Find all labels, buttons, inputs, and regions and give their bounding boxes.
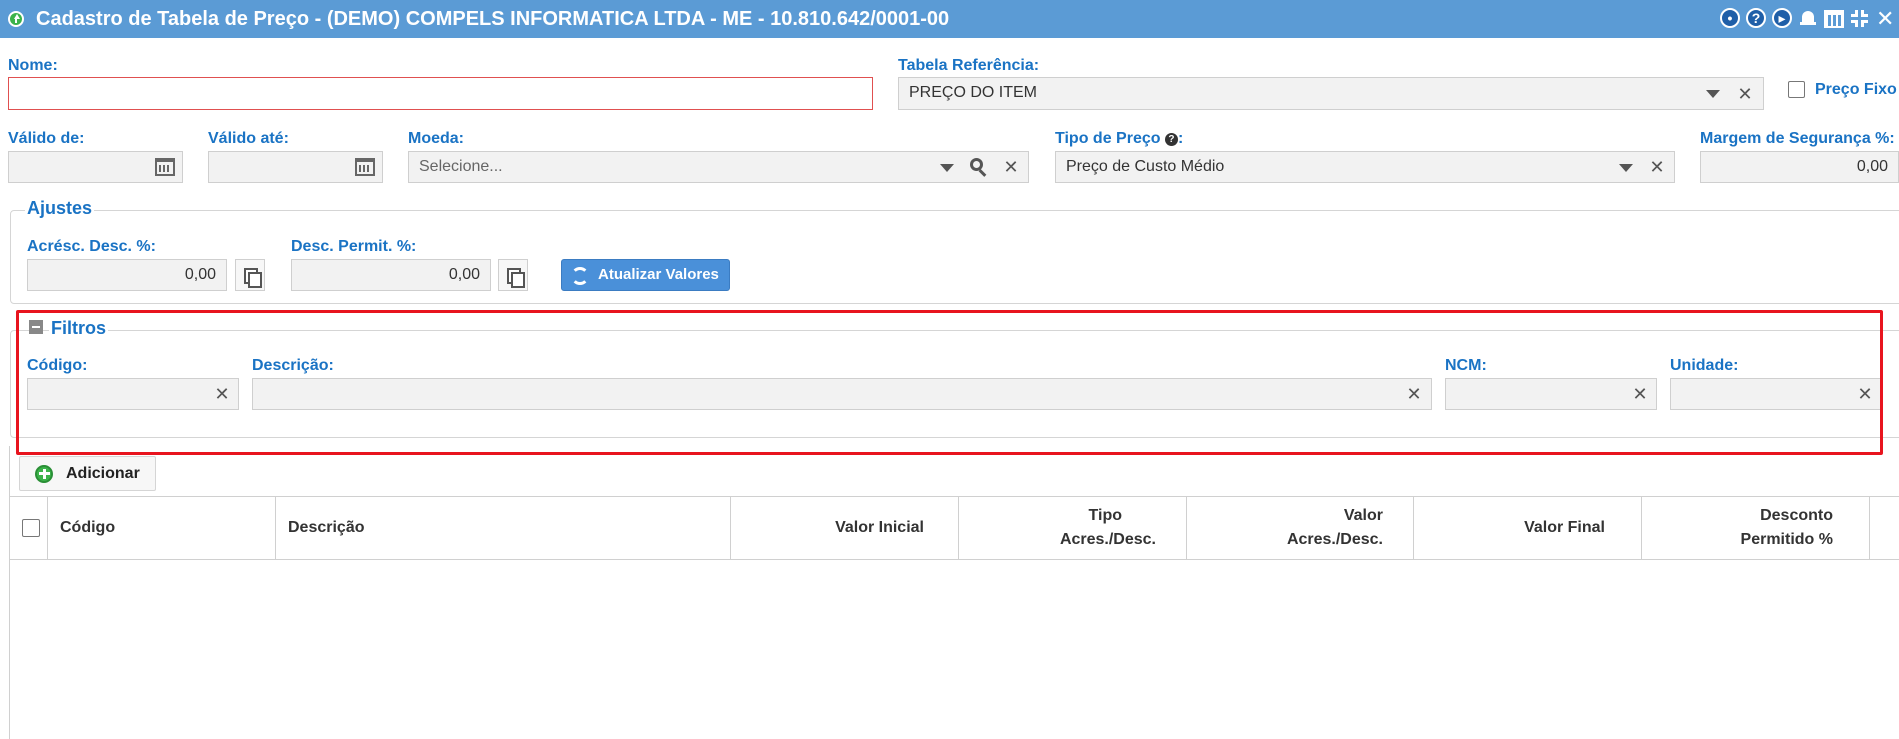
column-header-descricao[interactable]: Descrição — [276, 497, 731, 559]
column-label: Descrição — [288, 519, 365, 536]
copy-icon[interactable] — [235, 259, 265, 291]
app-icon — [8, 11, 24, 27]
grid-select-column — [10, 497, 48, 559]
column-label: Valor Acres./Desc. — [1287, 497, 1383, 559]
column-label-line1: Desconto — [1760, 507, 1833, 524]
column-label: Desconto Permitido % — [1741, 497, 1833, 559]
preco-fixo-label: Preço Fixo — [1815, 81, 1897, 98]
column-label: Valor Inicial — [835, 519, 924, 536]
help-icon[interactable]: ? — [1746, 8, 1766, 28]
valido-ate-label: Válido até: — [208, 130, 289, 147]
valido-de-label: Válido de: — [8, 130, 85, 147]
tabela-referencia-label: Tabela Referência: — [898, 57, 1040, 74]
bell-icon[interactable] — [1799, 9, 1819, 29]
refresh-icon — [571, 267, 589, 285]
column-label-line1: Tipo — [1088, 507, 1122, 524]
desc-permit-input[interactable]: 0,00 — [291, 259, 491, 291]
column-header-valor-inicial[interactable]: Valor Inicial — [731, 497, 959, 559]
nome-input[interactable] — [8, 77, 873, 110]
chevron-down-icon[interactable] — [940, 164, 954, 172]
preco-fixo-checkbox[interactable] — [1788, 81, 1805, 98]
copy-icon[interactable] — [498, 259, 528, 291]
tabela-referencia-select[interactable]: PREÇO DO ITEM — [898, 77, 1764, 110]
margem-seguranca-input[interactable]: 0,00 — [1700, 151, 1899, 183]
calendar-icon[interactable] — [1824, 9, 1844, 29]
column-label-line2: Permitido % — [1740, 531, 1833, 548]
calendar-icon[interactable] — [355, 158, 375, 176]
search-icon[interactable] — [966, 155, 990, 179]
column-label: Tipo Acres./Desc. — [1060, 497, 1156, 559]
ajustes-legend: Ajustes — [25, 198, 95, 219]
column-label: Valor Final — [1524, 519, 1605, 536]
column-label-line1: Valor — [1343, 507, 1383, 524]
column-label-line2: Acres./Desc. — [1286, 531, 1383, 548]
window-title: Cadastro de Tabela de Preço - (DEMO) COM… — [36, 8, 950, 30]
atualizar-valores-label: Atualizar Valores — [598, 266, 719, 283]
tipo-preco-label: Tipo de Preço ?: — [1055, 130, 1183, 148]
moeda-placeholder: Selecione... — [419, 158, 503, 175]
moeda-select[interactable]: Selecione... — [408, 151, 1029, 183]
play-icon[interactable]: ▸ — [1772, 8, 1792, 28]
clear-icon[interactable]: ✕ — [1645, 155, 1669, 179]
chevron-down-icon[interactable] — [1706, 90, 1720, 98]
highlight-frame — [16, 310, 1883, 455]
help-icon[interactable]: ? — [1164, 133, 1178, 146]
atualizar-valores-button[interactable]: Atualizar Valores — [561, 259, 730, 291]
column-label-line2: Acres./Desc. — [1059, 531, 1156, 548]
nome-label: Nome: — [8, 57, 58, 74]
adicionar-button[interactable]: Adicionar — [19, 456, 156, 491]
tipo-preco-value: Preço de Custo Médio — [1066, 158, 1225, 175]
title-bar: Cadastro de Tabela de Preço - (DEMO) COM… — [0, 0, 1899, 38]
column-header-valor-acres-desc[interactable]: Valor Acres./Desc. — [1187, 497, 1414, 559]
column-header-codigo[interactable]: Código — [48, 497, 276, 559]
clear-icon[interactable]: ✕ — [999, 155, 1023, 179]
calendar-icon[interactable] — [155, 158, 175, 176]
grid-body — [10, 560, 1899, 739]
tipo-preco-label-suffix: : — [1177, 130, 1184, 147]
desc-permit-label: Desc. Permit. %: — [291, 238, 417, 255]
margem-seguranca-label: Margem de Segurança %: — [1700, 130, 1895, 147]
chevron-down-icon[interactable] — [1619, 164, 1633, 172]
tipo-preco-select[interactable]: Preço de Custo Médio — [1055, 151, 1675, 183]
column-header-tipo-acres-desc[interactable]: Tipo Acres./Desc. — [959, 497, 1187, 559]
add-icon — [35, 465, 53, 483]
close-icon[interactable]: ✕ — [1876, 6, 1896, 31]
acresc-desc-input[interactable]: 0,00 — [27, 259, 227, 291]
grid-header: Código Descrição Valor Inicial Tipo Acre… — [10, 496, 1899, 560]
clear-icon[interactable]: ✕ — [1733, 82, 1757, 106]
moeda-label: Moeda: — [408, 130, 464, 147]
column-label: Código — [60, 519, 116, 536]
tabela-referencia-value: PREÇO DO ITEM — [909, 84, 1038, 101]
column-header-desconto-permitido[interactable]: Desconto Permitido % — [1642, 497, 1870, 559]
column-header-valor-final[interactable]: Valor Final — [1414, 497, 1642, 559]
settings-icon[interactable]: • — [1720, 8, 1740, 28]
adicionar-label: Adicionar — [66, 465, 140, 482]
tipo-preco-label-text: Tipo de Preço — [1055, 130, 1161, 147]
select-all-checkbox[interactable] — [22, 519, 40, 537]
fullscreen-icon[interactable] — [1850, 9, 1870, 29]
acresc-desc-label: Acrésc. Desc. %: — [27, 238, 156, 255]
